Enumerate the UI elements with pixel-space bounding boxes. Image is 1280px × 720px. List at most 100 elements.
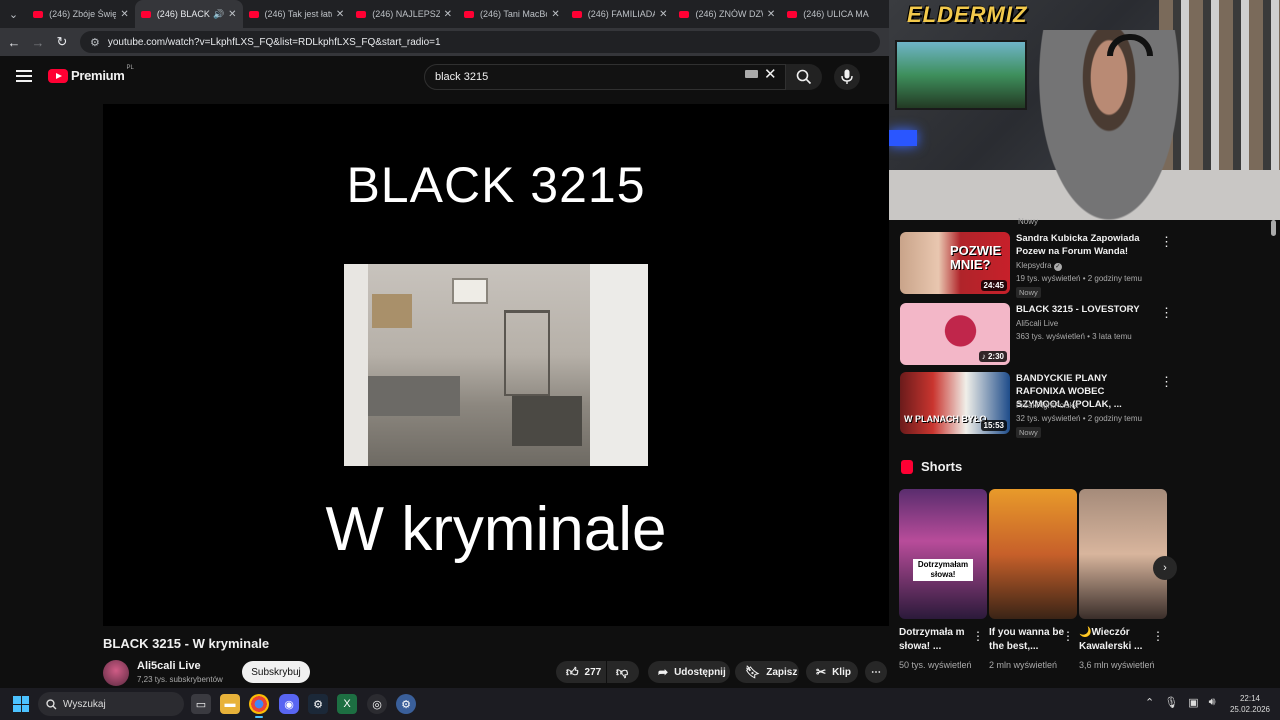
browser-tab-active[interactable]: (246) BLACK 3215🔊 ✕ bbox=[134, 0, 243, 28]
search-icon bbox=[796, 69, 812, 85]
more-vertical-icon[interactable]: ⋮ bbox=[972, 629, 984, 643]
recommendation-title[interactable]: Sandra Kubicka Zapowiada Pozew na Forum … bbox=[1016, 232, 1156, 258]
verified-icon: ✓ bbox=[1053, 263, 1062, 271]
menu-icon[interactable] bbox=[16, 70, 32, 82]
short-thumbnail[interactable]: Dotrzymałam słowa! bbox=[899, 489, 987, 619]
settings-gear-icon[interactable]: ⚙ bbox=[396, 694, 416, 714]
video-thumbnail[interactable]: W PLANACH BYŁO 15:53 bbox=[900, 372, 1010, 434]
youtube-favicon-icon bbox=[140, 10, 151, 18]
browser-tab[interactable]: (246) Tak jest łatw ✕ bbox=[243, 0, 351, 28]
speaker-icon[interactable]: 🔊 bbox=[213, 9, 224, 20]
thumbnail-text: W PLANACH BYŁO bbox=[904, 414, 987, 424]
short-title[interactable]: Dotrzymała m słowa! ... bbox=[899, 626, 979, 654]
browser-tab[interactable]: (246) FAMILIADA ✕ bbox=[566, 0, 674, 28]
streamer-webcam: ELDERMIZ bbox=[889, 0, 1280, 220]
share-button[interactable]: ➦ Udostępnij bbox=[648, 661, 730, 683]
recommendation-channel[interactable]: FreakFightPolska bbox=[1016, 401, 1078, 410]
subscriber-count: 7,23 tys. subskrybentów bbox=[137, 675, 223, 684]
chrome-icon[interactable] bbox=[249, 694, 269, 718]
close-tab-icon[interactable]: ✕ bbox=[551, 9, 559, 20]
voice-search-button[interactable] bbox=[834, 64, 860, 90]
back-arrow-icon[interactable]: ← bbox=[2, 35, 26, 50]
browser-tab[interactable]: (246) ULICA MA bbox=[781, 0, 889, 28]
forward-arrow-icon[interactable]: → bbox=[26, 35, 50, 50]
volume-icon[interactable]: 🔊︎ bbox=[1209, 696, 1216, 709]
obs-icon[interactable]: ◎ bbox=[367, 694, 387, 714]
close-tab-icon[interactable]: ✕ bbox=[336, 9, 344, 20]
video-thumbnail[interactable]: ♪ 2:30 bbox=[900, 303, 1010, 365]
steam-icon[interactable]: ⚙ bbox=[308, 694, 328, 714]
close-tab-icon[interactable]: ✕ bbox=[120, 9, 128, 20]
more-vertical-icon[interactable]: ⋮ bbox=[1152, 629, 1164, 643]
windows-start-icon[interactable] bbox=[13, 696, 29, 712]
more-actions-button[interactable]: ⋯ bbox=[865, 661, 887, 683]
browser-tab[interactable]: (246) Zbóje Święte✕ bbox=[27, 0, 135, 28]
youtube-favicon-icon bbox=[356, 10, 367, 18]
short-thumbnail[interactable] bbox=[1079, 489, 1167, 619]
save-button[interactable]: 🔖︎ Zapisz bbox=[735, 661, 799, 683]
short-title[interactable]: 🌙Wieczór Kawalerski ... bbox=[1079, 626, 1159, 654]
youtube-favicon-icon bbox=[679, 10, 690, 18]
windows-taskbar: Wyszukaj ▭ ▬ ◉ ⚙ X ◎ ⚙ ⌃ 🎙︎ ▣ 🔊︎ 22:14 2… bbox=[0, 688, 1280, 720]
site-settings-icon[interactable]: ⚙ bbox=[90, 36, 100, 49]
youtube-play-logo-icon bbox=[48, 68, 68, 83]
subscribe-button[interactable]: Subskrybuj bbox=[242, 661, 310, 683]
url-field[interactable]: ⚙ youtube.com/watch?v=LkphfLXS_FQ&list=R… bbox=[80, 31, 880, 53]
recommendation-channel[interactable]: Klepsydra ✓ bbox=[1016, 261, 1062, 271]
more-vertical-icon[interactable]: ⋮ bbox=[1160, 234, 1173, 250]
close-tab-icon[interactable]: ✕ bbox=[767, 9, 775, 20]
youtube-logo[interactable]: Premium PL bbox=[48, 65, 134, 83]
prison-cell-image bbox=[344, 264, 648, 466]
tab-title: (246) Tak jest łatw bbox=[264, 9, 332, 19]
tab-title: (246) ULICA MA bbox=[803, 9, 869, 19]
video-thumbnail[interactable]: POZWIE MNIE? 24:45 bbox=[900, 232, 1010, 294]
like-button[interactable]: 👍︎ 277 bbox=[556, 661, 606, 683]
browser-tab[interactable]: (246) Tani MacBo ✕ bbox=[458, 0, 566, 28]
keyboard-icon[interactable] bbox=[745, 70, 758, 78]
new-badge: Nowy bbox=[1016, 427, 1041, 438]
channel-name[interactable]: Ali5cali Live bbox=[137, 660, 201, 672]
recommendation-channel[interactable]: Ali5cali Live bbox=[1016, 319, 1058, 328]
more-vertical-icon[interactable]: ⋮ bbox=[1160, 374, 1173, 390]
short-title[interactable]: If you wanna be the best,... bbox=[989, 626, 1069, 654]
recommendation-item[interactable]: ♪ 2:30 BLACK 3215 - LOVESTORY Ali5cali L… bbox=[900, 303, 1270, 369]
excel-icon[interactable]: X bbox=[337, 694, 357, 714]
tab-title: (246) NAJLEPSZE bbox=[372, 9, 440, 19]
tab-search-chevron-icon[interactable]: ⌄ bbox=[0, 0, 27, 28]
close-tab-icon[interactable]: ✕ bbox=[444, 9, 452, 20]
taskbar-search-input[interactable]: Wyszukaj bbox=[38, 692, 184, 716]
short-thumbnail[interactable] bbox=[989, 489, 1077, 619]
microphone-icon bbox=[841, 69, 853, 84]
search-button[interactable] bbox=[786, 64, 822, 90]
microphone-icon[interactable]: 🎙︎ bbox=[1164, 696, 1178, 709]
chevron-up-icon[interactable]: ⌃ bbox=[1145, 696, 1154, 709]
close-tab-icon[interactable]: ✕ bbox=[659, 9, 667, 20]
clock-time: 22:14 bbox=[1239, 694, 1261, 703]
discord-icon[interactable]: ◉ bbox=[279, 694, 299, 714]
recommendation-item[interactable]: W PLANACH BYŁO 15:53 BANDYCKIE PLANY RAF… bbox=[900, 372, 1270, 438]
clear-search-icon[interactable]: ✕ bbox=[764, 65, 777, 83]
more-vertical-icon[interactable]: ⋮ bbox=[1062, 629, 1074, 643]
scrollbar[interactable] bbox=[1271, 220, 1276, 236]
file-explorer-icon[interactable]: ▬ bbox=[220, 694, 240, 714]
close-tab-icon[interactable]: ✕ bbox=[228, 9, 236, 20]
more-vertical-icon[interactable]: ⋮ bbox=[1160, 305, 1173, 321]
short-views: 3,6 mln wyświetleń bbox=[1079, 660, 1155, 670]
browser-tab[interactable]: (246) ZNÓW DZW ✕ bbox=[673, 0, 781, 28]
task-view-icon[interactable]: ▭ bbox=[191, 694, 211, 714]
video-player[interactable]: BLACK 3215 W kryminale bbox=[103, 104, 889, 626]
display-icon[interactable]: ▣ bbox=[1188, 696, 1198, 709]
webcam-blue-light bbox=[889, 130, 917, 146]
new-badge: Nowy bbox=[1018, 217, 1039, 226]
recommendation-title[interactable]: BLACK 3215 - LOVESTORY bbox=[1016, 303, 1156, 316]
taskbar-clock[interactable]: 22:14 25.02.2026 bbox=[1228, 693, 1272, 715]
reload-icon[interactable]: ↻ bbox=[50, 34, 74, 50]
chevron-right-icon[interactable]: › bbox=[1153, 556, 1177, 580]
dislike-button[interactable]: 👎︎ bbox=[607, 661, 639, 683]
clip-button[interactable]: ✂ Klip bbox=[806, 661, 858, 683]
search-input[interactable]: black 3215 bbox=[424, 64, 786, 90]
channel-avatar[interactable] bbox=[103, 660, 129, 686]
browser-tab[interactable]: (246) NAJLEPSZE ✕ bbox=[350, 0, 458, 28]
recommendation-item[interactable]: POZWIE MNIE? 24:45 Sandra Kubicka Zapowi… bbox=[900, 232, 1270, 298]
search-icon bbox=[46, 698, 57, 709]
